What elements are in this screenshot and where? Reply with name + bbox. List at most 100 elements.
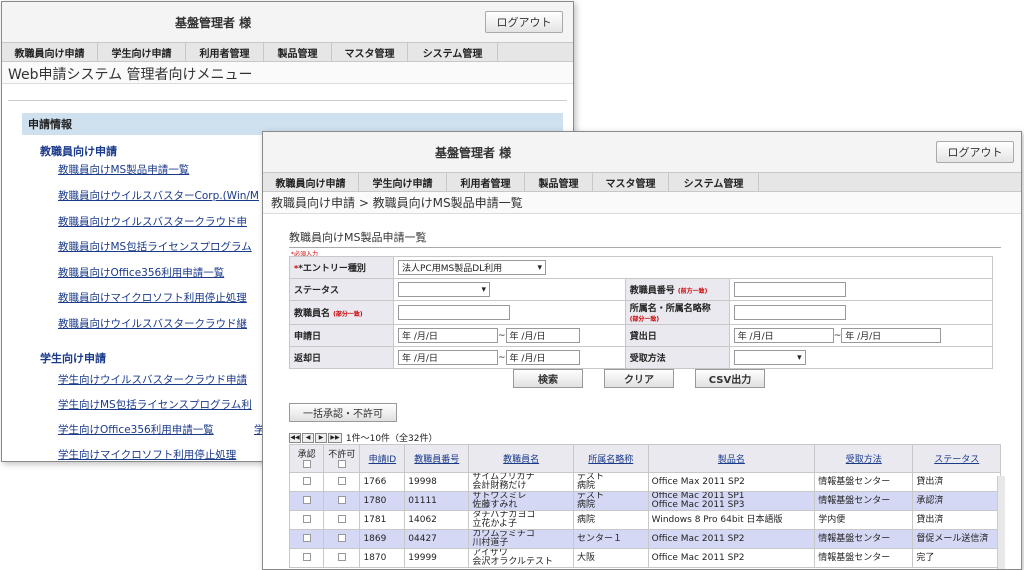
row-id: 1781 [359,510,406,530]
status-select[interactable]: ▾ [398,282,490,297]
nav-system[interactable]: システム管理 [408,43,498,61]
student-link[interactable]: 学生向けMS包括ライセンスプログラム利 [58,397,252,412]
nav-student[interactable]: 学生向け申請 [98,43,186,61]
staff-link[interactable]: 教職員向けMS包括ライセンスプログラム [58,239,252,254]
col-product[interactable]: 製品名 [647,444,816,473]
deny-checkbox[interactable] [337,533,346,542]
checkbox[interactable] [337,459,346,468]
search-button[interactable]: 検索 [513,369,583,388]
row-product: Office Mac 2011 SP2 [651,552,745,563]
lend-date-from[interactable]: 年 /月/日 [733,328,834,343]
nav-system[interactable]: システム管理 [669,173,759,191]
staff-no-input[interactable] [733,282,846,297]
col-id[interactable]: 申請ID [359,444,406,473]
approve-checkbox[interactable] [302,495,311,504]
breadcrumb: 教職員向け申請 > 教職員向けMS製品申請一覧 [263,192,1021,214]
staff-link[interactable]: 教職員向けウイルスバスターCorp.(Win/M [58,188,259,203]
col-receive[interactable]: 受取方法 [814,444,914,473]
row-dept-sub: 病院 [576,500,595,510]
last-page-icon[interactable]: ▶▶ [328,432,342,443]
apply-date-from[interactable]: 年 /月/日 [398,328,498,343]
col-dept[interactable]: 所属名略称 [572,444,649,473]
checkbox[interactable] [302,459,311,468]
table-row[interactable]: 1766 19998 ザイムフリガナ 会計財務だけ テスト 病院 Office Max 20… [288,472,1001,492]
nav-products[interactable]: 製品管理 [264,43,332,61]
return-date-to[interactable]: 年 /月/日 [505,350,580,365]
pager-info: 1件～10件（全32件） [345,434,438,444]
row-dept-sub: 病院 [576,481,595,491]
student-link[interactable]: 学生向けウイルスバスタークラウド申請 [58,372,247,387]
approve-checkbox[interactable] [302,533,311,542]
return-date-from[interactable]: 年 /月/日 [398,350,498,365]
dept-label: 所属名・所属名略称 (部分一致) [624,300,730,325]
first-page-icon[interactable]: ◀◀ [289,432,301,443]
col-staff-name[interactable]: 教職員名 [468,444,574,473]
row-dept: センター１ [576,533,622,544]
row-staff-no: 19998 [404,472,470,492]
nav-users[interactable]: 利用者管理 [186,43,264,61]
deny-checkbox[interactable] [337,476,346,485]
entry-cell: 法人PC用MS製品DL利用 ▾ [393,256,993,279]
approve-checkbox[interactable] [302,514,311,523]
col-staff-no[interactable]: 教職員番号 [404,444,470,473]
table-row[interactable]: 1870 19999 アイザワ 会沢オラクルテスト 大阪 Office Mac 2011 … [288,548,1001,568]
nav-master[interactable]: マスタ管理 [593,173,669,191]
search-form: **エントリー種別 法人PC用MS製品DL利用 ▾ ステータス ▾ 教職員番号 (… [289,256,994,369]
student-heading: 学生向け申請 [40,352,106,365]
nav-master[interactable]: マスタ管理 [332,43,408,61]
prev-page-icon[interactable]: ◀ [302,432,314,443]
student-link[interactable]: 学生向けOffice356利用申請一覧 [58,422,214,437]
bulk-approve-button[interactable]: 一括承認・不許可 [289,403,397,422]
lend-date-to[interactable]: 年 /月/日 [841,328,942,343]
approve-checkbox[interactable] [302,476,311,485]
receive-select[interactable]: ▾ [733,350,806,365]
table-row[interactable]: 1780 01111 サトウスミレ 佐藤すみれ テスト 病院 Office Mac 2011… [288,491,1001,511]
row-staff-no: 19999 [404,548,470,568]
staff-no-label: 教職員番号 (前方一致) [624,278,730,301]
deny-checkbox[interactable] [337,514,346,523]
staff-link[interactable]: 教職員向けマイクロソフト利用停止処理 [58,290,247,305]
dept-input[interactable] [733,305,846,320]
col-deny[interactable]: 不許可 [323,444,361,473]
staff-name-label: 教職員名 (部分一致) [289,300,394,325]
table-row[interactable]: 1781 14062 タチバナカヨコ 立花かよ子 病院 Windows 8 Pro 64b… [288,510,1001,530]
deny-checkbox[interactable] [337,552,346,561]
row-receive: 情報基盤センター [814,548,914,568]
chevron-down-icon: ▾ [797,352,802,363]
user-name: 基盤管理者 様 [435,146,512,160]
staff-link[interactable]: 教職員向けMS製品申請一覧 [58,162,189,177]
row-id: 1780 [359,491,406,511]
nav-staff[interactable]: 教職員向け申請 [2,43,98,61]
nav-products[interactable]: 製品管理 [525,173,593,191]
staff-link[interactable]: 教職員向けウイルスバスタークラウド申 [58,214,247,229]
entry-select[interactable]: 法人PC用MS製品DL利用 ▾ [398,260,546,275]
staff-link[interactable]: 教職員向けウイルスバスタークラウド継 [58,316,247,331]
row-product: Office Max 2011 SP2 [651,476,745,487]
row-id: 1766 [359,472,406,492]
scrollbar[interactable] [997,476,1005,569]
nav-student[interactable]: 学生向け申請 [359,173,447,191]
status-label: ステータス [289,278,394,301]
row-id: 1869 [359,529,406,549]
deny-checkbox[interactable] [337,495,346,504]
apply-date-to[interactable]: 年 /月/日 [505,328,580,343]
nav-staff[interactable]: 教職員向け申請 [263,173,359,191]
row-name: 川村道子 [472,538,509,548]
logout-button[interactable]: ログアウト [936,141,1014,163]
staff-link[interactable]: 教職員向けOffice356利用申請一覧 [58,265,224,280]
student-link[interactable]: 学生向けマイクロソフト利用停止処理 [58,447,236,461]
col-status[interactable]: ステータス [912,444,1001,473]
back-header: 基盤管理者 様 ログアウト [2,2,573,42]
col-approve[interactable]: 承認 [288,444,325,473]
approve-checkbox[interactable] [302,552,311,561]
logout-button[interactable]: ログアウト [485,11,563,33]
row-name: 会沢オラクルテスト [472,557,554,567]
next-page-icon[interactable]: ▶ [315,432,327,443]
clear-button[interactable]: クリア [604,369,674,388]
staff-name-input[interactable] [398,305,510,320]
table-row[interactable]: 1869 04427 カワムラミチコ 川村道子 センター１ Office Mac 2011… [288,529,1001,549]
nav-users[interactable]: 利用者管理 [447,173,525,191]
lend-date-label: 貸出日 [624,324,730,347]
row-receive: 学内便 [814,510,914,530]
csv-button[interactable]: CSV出力 [695,369,765,388]
